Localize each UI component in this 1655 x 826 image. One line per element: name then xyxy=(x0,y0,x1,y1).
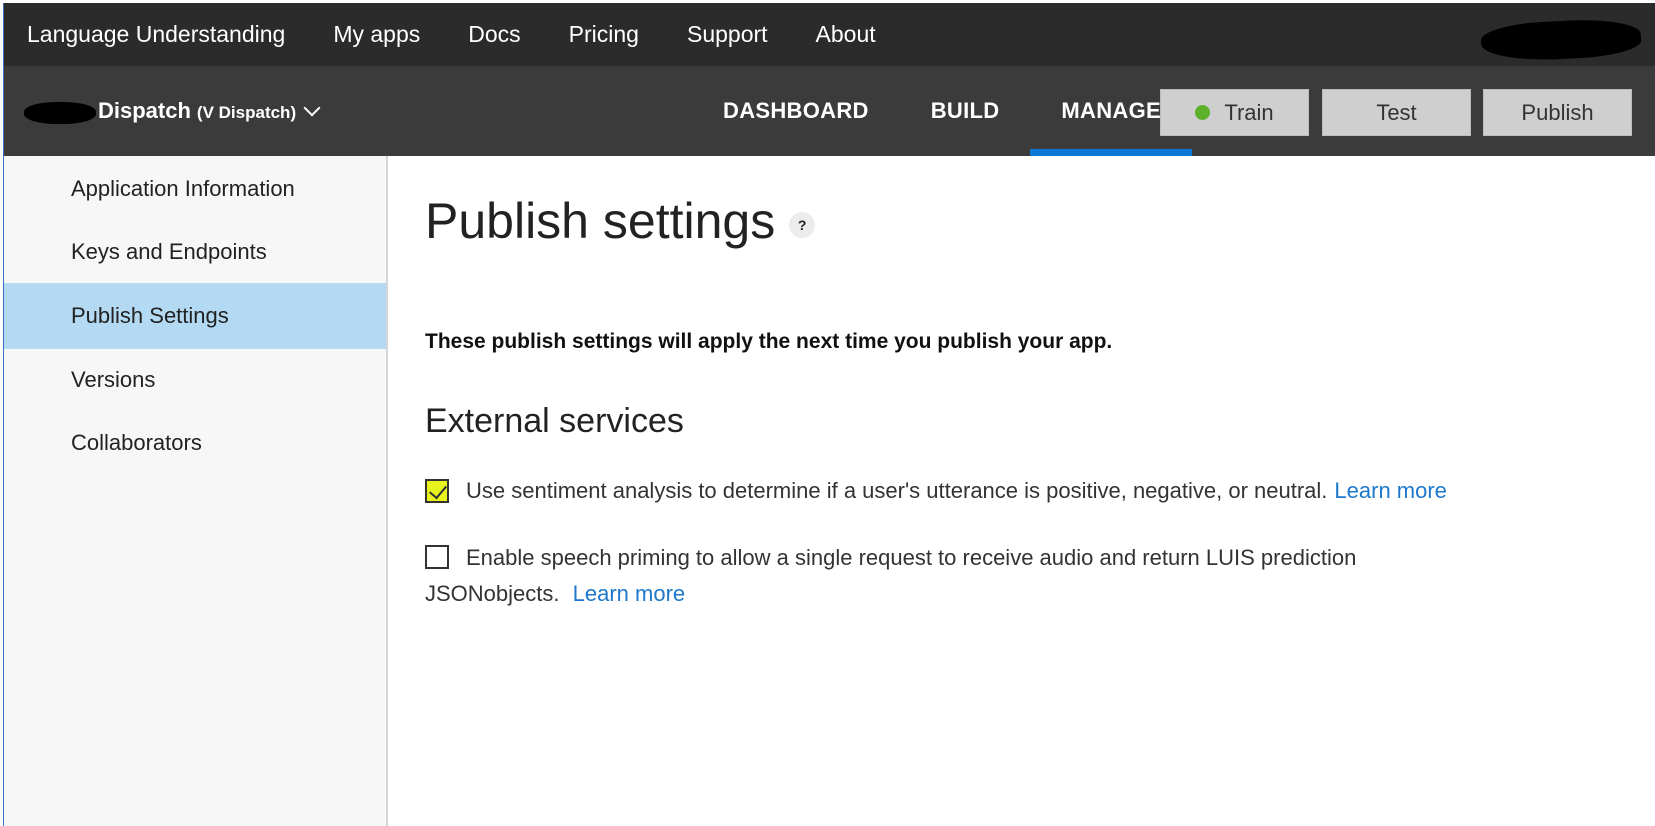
sidebar-item-collaborators[interactable]: Collaborators xyxy=(4,410,386,476)
sidebar-item-application-information[interactable]: Application Information xyxy=(4,156,386,222)
intro-text: These publish settings will apply the ne… xyxy=(425,330,1113,353)
option-sentiment-analysis: Use sentiment analysis to determine if a… xyxy=(425,478,1447,504)
app-bar: Dispatch (V Dispatch) DASHBOARD BUILD MA… xyxy=(4,66,1655,156)
app-name: Dispatch xyxy=(98,98,191,123)
test-button[interactable]: Test xyxy=(1322,89,1471,136)
section-tabs: DASHBOARD BUILD MANAGE xyxy=(692,66,1192,156)
manage-sidebar: Application Information Keys and Endpoin… xyxy=(4,156,388,826)
app-version: (V Dispatch) xyxy=(196,102,297,122)
train-label: Train xyxy=(1224,99,1274,125)
help-icon[interactable]: ? xyxy=(789,212,816,238)
publish-button[interactable]: Publish xyxy=(1483,89,1632,136)
sentiment-label: Use sentiment analysis to determine if a… xyxy=(466,478,1328,503)
sentiment-learn-more-link[interactable]: Learn more xyxy=(1334,478,1447,504)
sidebar-item-versions[interactable]: Versions xyxy=(4,347,386,413)
sidebar-item-keys-and-endpoints[interactable]: Keys and Endpoints xyxy=(4,219,386,285)
tab-build[interactable]: BUILD xyxy=(900,66,1031,156)
redacted-app-prefix xyxy=(24,102,96,124)
speech-priming-learn-more-link[interactable]: Learn more xyxy=(573,581,686,606)
window-frame: Language Understanding My apps Docs Pric… xyxy=(3,3,1655,826)
nav-docs[interactable]: Docs xyxy=(468,21,520,48)
redacted-user-account[interactable] xyxy=(1480,16,1642,64)
train-status-icon xyxy=(1195,105,1211,120)
top-navigation-bar: Language Understanding My apps Docs Pric… xyxy=(4,3,1655,66)
train-button[interactable]: Train xyxy=(1160,89,1309,136)
sentiment-checkbox[interactable] xyxy=(425,479,449,503)
nav-my-apps[interactable]: My apps xyxy=(333,21,420,48)
nav-pricing[interactable]: Pricing xyxy=(569,21,639,48)
speech-priming-checkbox[interactable] xyxy=(425,545,449,569)
nav-support[interactable]: Support xyxy=(687,21,768,48)
section-heading-external-services: External services xyxy=(425,402,684,440)
page-title: Publish settings ? xyxy=(425,192,816,250)
page-title-text: Publish settings xyxy=(425,193,776,249)
top-nav: Language Understanding My apps Docs Pric… xyxy=(27,3,924,66)
tab-dashboard[interactable]: DASHBOARD xyxy=(692,66,900,156)
option-speech-priming: Enable speech priming to allow a single … xyxy=(425,540,1485,612)
speech-priming-label: Enable speech priming to allow a single … xyxy=(425,545,1357,606)
nav-about[interactable]: About xyxy=(816,21,876,48)
brand-link[interactable]: Language Understanding xyxy=(27,21,285,48)
chevron-down-icon xyxy=(303,99,321,117)
app-selector[interactable]: Dispatch (V Dispatch) xyxy=(24,66,321,156)
sidebar-item-publish-settings[interactable]: Publish Settings xyxy=(4,283,386,349)
